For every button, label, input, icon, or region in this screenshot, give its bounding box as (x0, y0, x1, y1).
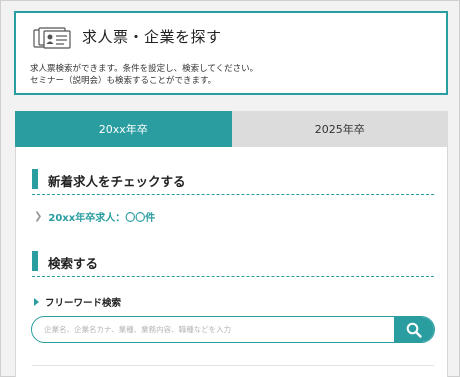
description-line-1: 求人票検索ができます。条件を設定し、検索してください。 (30, 64, 259, 74)
freeword-search-input[interactable] (32, 317, 396, 342)
graduation-year-tabs: 20xx年卒 2025年卒 (15, 111, 448, 147)
search-section-header: 検索する (32, 249, 434, 277)
section-accent-bar (32, 169, 38, 189)
divider (32, 365, 434, 366)
chevron-right-icon: ❯ (34, 211, 43, 222)
page-header-card: 求人票・企業を探す 求人票検索ができます。条件を設定し、検索してください。 セミ… (14, 11, 448, 95)
new-jobs-heading: 新着求人をチェックする (48, 174, 186, 189)
freeword-label-text: フリーワード検索 (45, 298, 122, 309)
tab-20xx[interactable]: 20xx年卒 (15, 111, 232, 147)
search-heading: 検索する (48, 256, 99, 271)
freeword-label: フリーワード検索 (34, 295, 121, 309)
page-title: 求人票・企業を探す (82, 28, 222, 46)
page-frame: 求人票・企業を探す 求人票検索ができます。条件を設定し、検索してください。 セミ… (0, 0, 460, 377)
search-icon (406, 322, 422, 338)
tab-panel: 新着求人をチェックする ❯ 20xx年卒求人：〇〇件 検索する フリーワード検索 (15, 147, 448, 377)
new-jobs-link-text[interactable]: 20xx年卒求人：〇〇件 (48, 209, 155, 224)
tab-2025[interactable]: 2025年卒 (231, 111, 448, 147)
new-jobs-link[interactable]: ❯ 20xx年卒求人：〇〇件 (34, 209, 155, 224)
id-card-icon (33, 27, 71, 49)
search-button[interactable] (394, 317, 434, 342)
page-description: 求人票検索ができます。条件を設定し、検索してください。 セミナー（説明会）も検索… (30, 63, 258, 87)
freeword-search-box (31, 316, 435, 343)
description-line-2: セミナー（説明会）も検索することができます。 (30, 76, 217, 86)
section-accent-bar (32, 251, 38, 271)
new-jobs-section-header: 新着求人をチェックする (32, 167, 434, 195)
triangle-right-icon (34, 298, 39, 306)
